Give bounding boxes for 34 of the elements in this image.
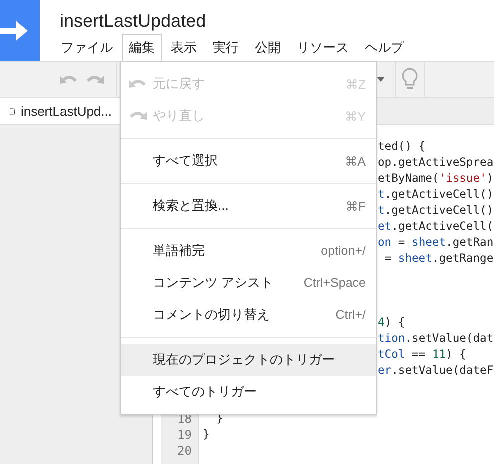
arrow-icon [0, 18, 30, 42]
menu-item[interactable]: すべて選択 ⌘A [121, 145, 376, 177]
menu-item[interactable]: 現在のプロジェクトのトリガー [121, 344, 376, 376]
undo-icon [60, 74, 78, 86]
code-line: } [203, 427, 210, 443]
code-line: etByName('issue') [378, 171, 494, 187]
project-title[interactable]: insertLastUpdated [60, 11, 413, 32]
caret-icon[interactable] [377, 77, 385, 82]
menu-item[interactable]: コンテンツ アシスト Ctrl+Space [121, 267, 376, 299]
app-logo[interactable] [0, 0, 40, 61]
lightbulb-icon[interactable] [402, 68, 418, 92]
code-line: 4) { [378, 315, 406, 331]
file-tab[interactable]: insertLastUpd... [0, 98, 120, 124]
line-number: 20 [176, 443, 193, 459]
menu-item[interactable]: 単語補完 option+/ [121, 235, 376, 267]
code-line: t.getActiveCell() [378, 187, 494, 203]
redo-icon [129, 110, 147, 122]
menu-item[interactable]: コメントの切り替え Ctrl+/ [121, 299, 376, 331]
code-line: et.getActiveCell( [378, 219, 494, 235]
code-line: er.setValue(dateF [378, 363, 494, 379]
menu-bar-item[interactable]: 編集 [122, 34, 162, 61]
menu-item[interactable]: 検索と置換... ⌘F [121, 190, 376, 222]
file-tab-label: insertLastUpd... [20, 104, 112, 118]
undo-icon [129, 78, 147, 90]
code-line: on = sheet.getRan [378, 235, 494, 251]
code-line: tCol == 11) { [378, 347, 466, 363]
menu-item[interactable]: すべてのトリガー [121, 376, 376, 408]
code-line: tion.setValue(dat [378, 331, 494, 347]
code-line: op.getActiveSprea [378, 155, 494, 171]
code-line: t.getActiveCell() [378, 203, 494, 219]
code-line: = sheet.getRange [384, 251, 494, 267]
code-line: ted() { [378, 139, 426, 155]
redo-icon [86, 74, 104, 86]
line-number: 19 [176, 427, 193, 443]
